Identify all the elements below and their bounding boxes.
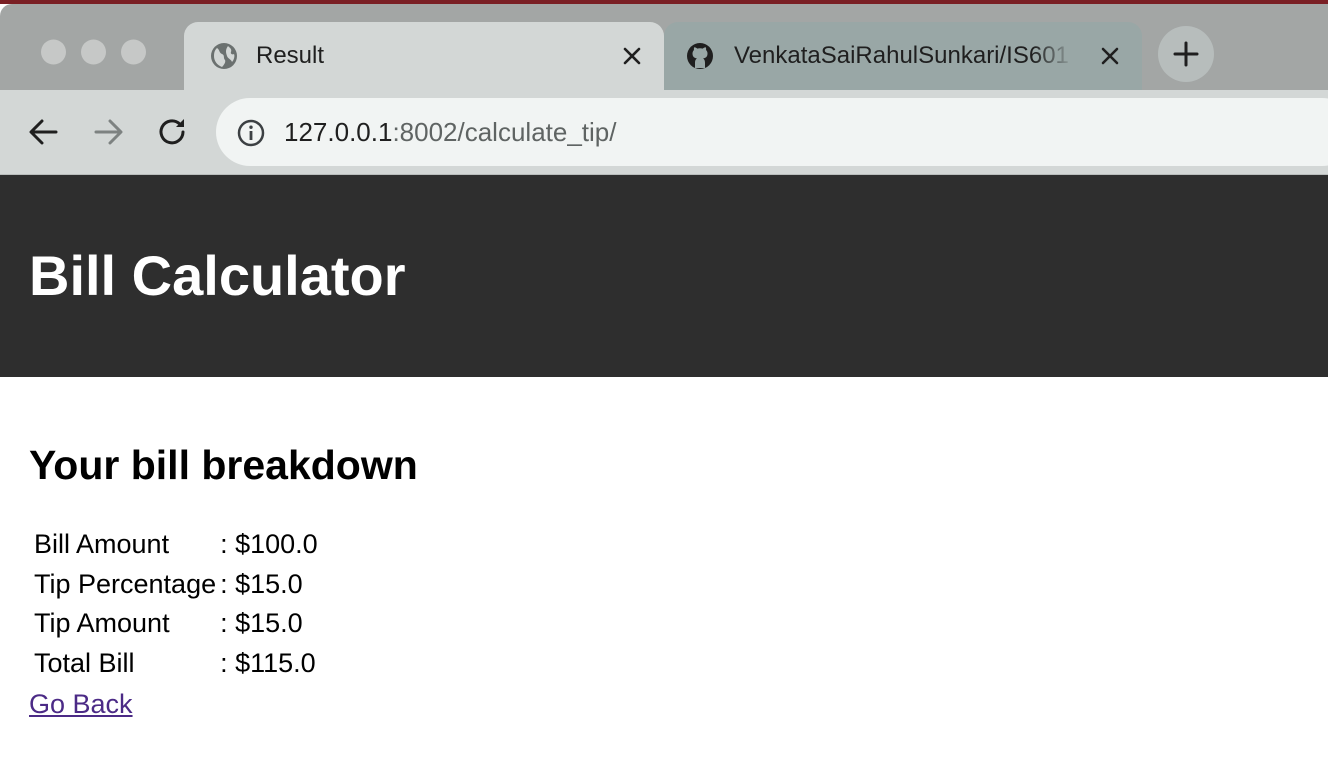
plus-icon: [1173, 41, 1199, 67]
bill-breakdown-table: Bill Amount : $100.0 Tip Percentage : $1…: [31, 525, 321, 683]
browser-toolbar: 127.0.0.1:8002/calculate_tip/: [0, 90, 1328, 175]
globe-icon: [211, 43, 237, 69]
table-row: Tip Percentage : $15.0: [33, 565, 319, 605]
row-label: Bill Amount: [34, 529, 170, 559]
table-row: Bill Amount : $100.0: [33, 525, 319, 565]
close-tab-icon[interactable]: [620, 44, 644, 68]
row-value: : $15.0: [220, 568, 303, 599]
close-tab-icon[interactable]: [1098, 44, 1122, 68]
window-close-button[interactable]: [41, 39, 66, 65]
window-maximize-button[interactable]: [121, 39, 146, 65]
new-tab-button[interactable]: [1158, 26, 1214, 82]
back-arrow-icon[interactable]: [24, 112, 64, 152]
row-label: Tip Percentage: [34, 568, 217, 599]
row-label: Tip Amount: [34, 608, 170, 638]
forward-arrow-icon[interactable]: [88, 112, 128, 152]
table-row: Tip Amount : $15.0: [33, 604, 319, 644]
tab-title: VenkataSaiRahulSunkari/IS601: [734, 42, 1069, 69]
tab-result[interactable]: Result: [184, 22, 664, 90]
tab-title: Result: [256, 42, 325, 69]
section-title: Your bill breakdown: [29, 442, 418, 488]
page-title: Bill Calculator: [29, 244, 406, 307]
url-path: :8002/calculate_tip/: [392, 117, 617, 147]
url-text: 127.0.0.1:8002/calculate_tip/: [284, 98, 616, 166]
tab-github[interactable]: VenkataSaiRahulSunkari/IS601: [664, 22, 1142, 90]
page-content: Bill Calculator Your bill breakdown Bill…: [0, 175, 1328, 774]
row-value: : $115.0: [220, 647, 316, 678]
reload-icon[interactable]: [152, 112, 192, 152]
info-icon[interactable]: [236, 118, 266, 148]
row-label: Total Bill: [34, 647, 135, 678]
page-header: Bill Calculator: [0, 175, 1328, 377]
url-host: 127.0.0.1: [284, 117, 393, 147]
table-row: Total Bill : $115.0: [33, 644, 319, 684]
row-value: : $100.0: [220, 529, 318, 559]
browser-window: Result VenkataSaiRahulSunkari/IS601 127.…: [0, 0, 1328, 774]
window-minimize-button[interactable]: [81, 39, 106, 65]
github-icon: [687, 43, 713, 69]
go-back-link[interactable]: Go Back: [29, 685, 133, 723]
address-bar[interactable]: 127.0.0.1:8002/calculate_tip/: [216, 98, 1328, 166]
row-value: : $15.0: [220, 608, 303, 638]
